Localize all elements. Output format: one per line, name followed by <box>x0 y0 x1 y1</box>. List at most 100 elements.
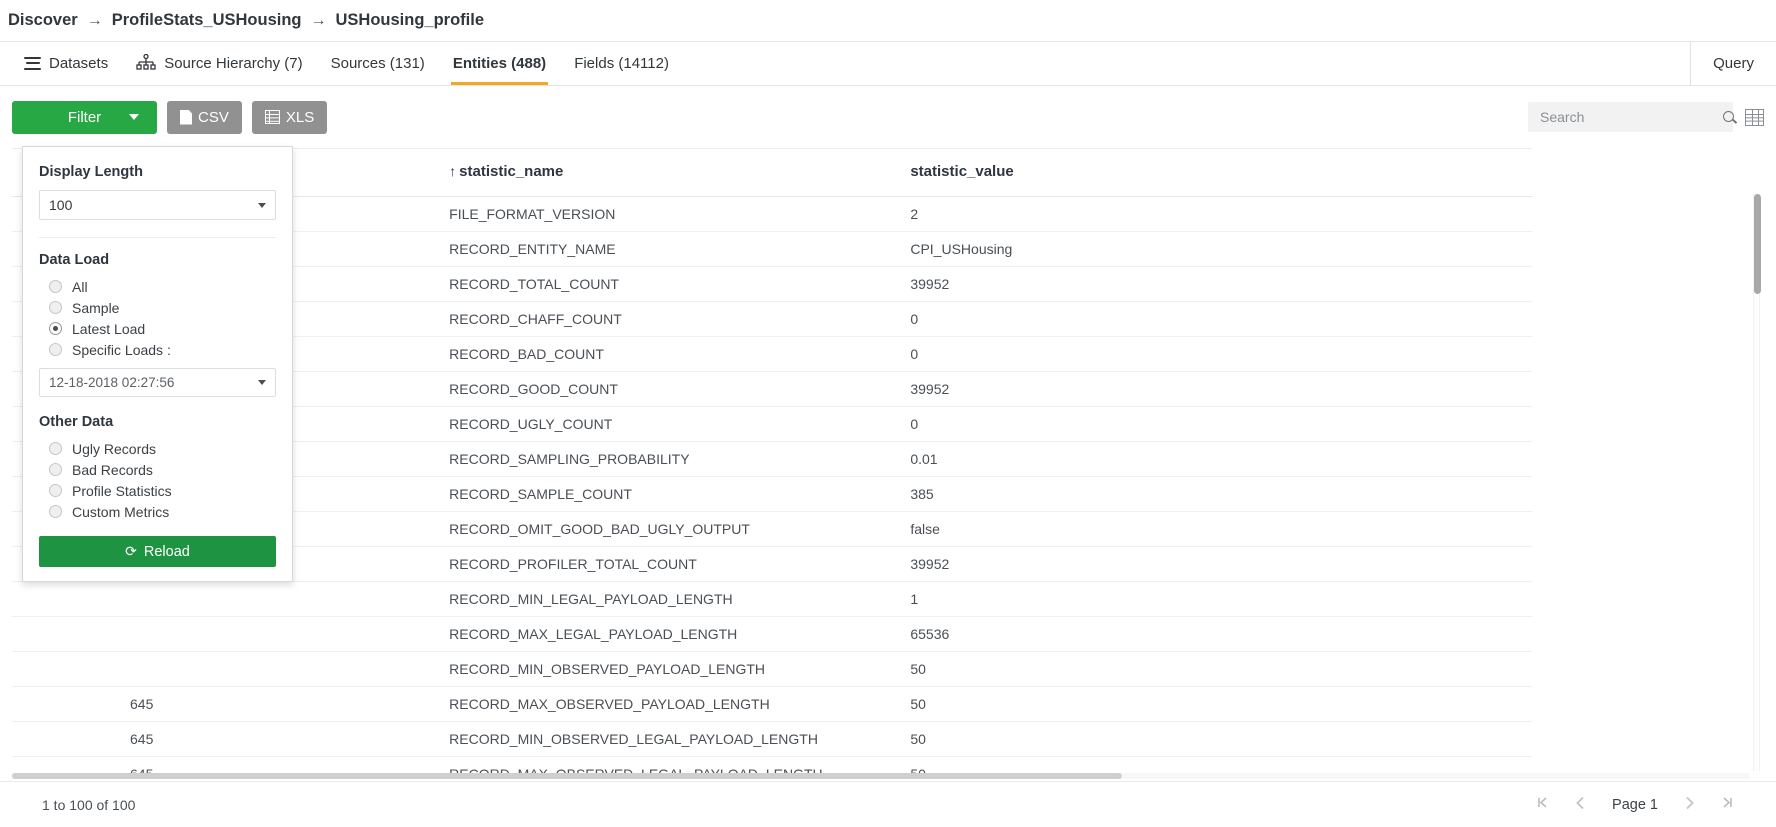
other-data-title: Other Data <box>39 414 114 430</box>
cell-statistic-value: 0 <box>910 336 1532 372</box>
table-row[interactable]: RECORD_MIN_LEGAL_PAYLOAD_LENGTH 1 <box>12 581 1532 617</box>
first-page-button[interactable] <box>1536 796 1549 814</box>
nav-item-entities[interactable]: Entities (488) <box>439 42 560 85</box>
breadcrumb-item-profilestats[interactable]: ProfileStats_USHousing <box>112 11 302 30</box>
reload-button[interactable]: ⟳ Reload <box>39 536 276 567</box>
radio-data-load-specific[interactable]: Specific Loads : <box>39 339 276 360</box>
search-box[interactable] <box>1528 102 1736 132</box>
hamburger-icon <box>24 56 41 71</box>
cell-statistic-name: RECORD_MIN_OBSERVED_LEGAL_PAYLOAD_LENGTH <box>449 721 911 757</box>
export-csv-button[interactable]: CSV <box>167 100 242 134</box>
cell-statistic-name: RECORD_CHAFF_COUNT <box>449 301 911 337</box>
data-load-title: Data Load <box>39 252 110 268</box>
table-horizontal-scrollbar[interactable] <box>12 773 1750 779</box>
file-icon <box>180 109 192 125</box>
sidebar-item-datasets[interactable]: Datasets <box>10 42 122 85</box>
display-length-select[interactable]: 100 <box>39 190 276 220</box>
main-nav: Datasets Source Hierarchy (7) Sources (1… <box>0 41 1776 86</box>
radio-icon-selected[interactable] <box>49 322 62 335</box>
radio-label: All <box>72 278 88 295</box>
chevron-down-icon <box>258 380 266 385</box>
nav-label-entities: Entities (488) <box>452 55 547 72</box>
table-row[interactable]: RECORD_MIN_OBSERVED_PAYLOAD_LENGTH 50 <box>12 651 1532 687</box>
nav-item-sources[interactable]: Sources (131) <box>317 42 439 85</box>
radio-icon[interactable] <box>49 280 62 293</box>
cell-statistic-value: 0 <box>910 406 1532 442</box>
radio-icon[interactable] <box>49 343 62 356</box>
column-chooser-icon[interactable] <box>1745 108 1764 126</box>
cell-statistic-value: 1 <box>910 581 1532 617</box>
radio-icon[interactable] <box>49 301 62 314</box>
filter-button-label: Filter <box>67 108 102 126</box>
breadcrumb: Discover → ProfileStats_USHousing → USHo… <box>0 0 1776 41</box>
cell-statistic-value: CPI_USHousing <box>910 231 1532 267</box>
radio-other-custom-metrics[interactable]: Custom Metrics <box>39 501 276 522</box>
pagination: Page 1 <box>1536 794 1776 815</box>
radio-icon[interactable] <box>49 484 62 497</box>
cell-statistic-value: 2 <box>910 196 1532 232</box>
breadcrumb-arrow-icon: → <box>86 11 103 29</box>
radio-label: Specific Loads : <box>72 341 171 358</box>
radio-data-load-all[interactable]: All <box>39 276 276 297</box>
radio-label: Custom Metrics <box>72 503 170 520</box>
column-header-statistic-name-label: statistic_name <box>459 163 564 180</box>
csv-label: CSV <box>198 108 229 126</box>
breadcrumb-item-discover[interactable]: Discover <box>8 11 78 30</box>
cell-statistic-value: 39952 <box>910 546 1532 582</box>
breadcrumb-arrow-icon: → <box>310 11 327 29</box>
table-horizontal-scrollbar-thumb[interactable] <box>12 773 1122 779</box>
cell-statistic-value: 39952 <box>910 266 1532 302</box>
table-toolbar: Filter CSV XLS <box>0 86 1776 148</box>
cell-statistic-name: RECORD_TOTAL_COUNT <box>449 266 911 302</box>
radio-icon[interactable] <box>49 463 62 476</box>
table-vertical-scrollbar-thumb[interactable] <box>1754 194 1761 294</box>
table-vertical-scrollbar[interactable] <box>1753 194 1761 771</box>
app-window: Discover → ProfileStats_USHousing → USHo… <box>0 0 1776 827</box>
cell-count <box>12 616 450 652</box>
query-button[interactable]: Query <box>1691 42 1776 85</box>
export-xls-button[interactable]: XLS <box>251 100 328 134</box>
next-page-button[interactable] <box>1684 794 1695 815</box>
cell-statistic-value: 50 <box>910 686 1532 722</box>
filter-button[interactable]: Filter <box>12 100 157 134</box>
cell-statistic-name: RECORD_GOOD_COUNT <box>449 371 911 407</box>
prev-page-button[interactable] <box>1575 794 1586 815</box>
radio-label: Latest Load <box>72 320 146 337</box>
nav-label-sources: Sources (131) <box>330 55 425 72</box>
radio-label: Bad Records <box>72 461 153 478</box>
breadcrumb-item-ushousing-profile[interactable]: USHousing_profile <box>336 11 485 30</box>
radio-other-bad-records[interactable]: Bad Records <box>39 459 276 480</box>
radio-label: Ugly Records <box>72 440 157 457</box>
radio-data-load-sample[interactable]: Sample <box>39 297 276 318</box>
radio-other-ugly-records[interactable]: Ugly Records <box>39 438 276 459</box>
table-row[interactable]: 645 RECORD_MIN_OBSERVED_LEGAL_PAYLOAD_LEN… <box>12 721 1532 757</box>
record-range-info: 1 to 100 of 100 <box>42 796 136 813</box>
specific-load-select[interactable]: 12-18-2018 02:27:56 <box>39 368 276 397</box>
cell-statistic-value: 50 <box>910 721 1532 757</box>
search-icon[interactable] <box>1723 110 1736 124</box>
cell-statistic-value: false <box>910 511 1532 547</box>
column-header-statistic-value[interactable]: statistic_value <box>910 148 1532 197</box>
cell-statistic-value: 0.01 <box>910 441 1532 477</box>
cell-statistic-value: 65536 <box>910 616 1532 652</box>
radio-label: Sample <box>72 299 120 316</box>
column-header-statistic-name[interactable]: ↑ statistic_name <box>449 148 911 197</box>
toolbar-right <box>1528 102 1764 132</box>
table-row[interactable]: RECORD_MAX_LEGAL_PAYLOAD_LENGTH 65536 <box>12 616 1532 652</box>
radio-icon[interactable] <box>49 442 62 455</box>
chevron-down-icon <box>129 114 139 120</box>
last-page-button[interactable] <box>1721 796 1734 814</box>
radio-other-profile-statistics[interactable]: Profile Statistics <box>39 480 276 501</box>
nav-item-source-hierarchy[interactable]: Source Hierarchy (7) <box>122 42 316 85</box>
radio-data-load-latest[interactable]: Latest Load <box>39 318 276 339</box>
search-input[interactable] <box>1538 108 1723 126</box>
radio-icon[interactable] <box>49 505 62 518</box>
reload-button-label: Reload <box>143 543 190 560</box>
specific-load-value: 12-18-2018 02:27:56 <box>49 375 175 390</box>
cell-statistic-name: RECORD_UGLY_COUNT <box>449 406 911 442</box>
cell-statistic-value: 385 <box>910 476 1532 512</box>
cell-statistic-name: RECORD_PROFILER_TOTAL_COUNT <box>449 546 911 582</box>
cell-count <box>12 651 450 687</box>
table-row[interactable]: 645 RECORD_MAX_OBSERVED_PAYLOAD_LENGTH 50 <box>12 686 1532 722</box>
nav-item-fields[interactable]: Fields (14112) <box>560 42 683 85</box>
